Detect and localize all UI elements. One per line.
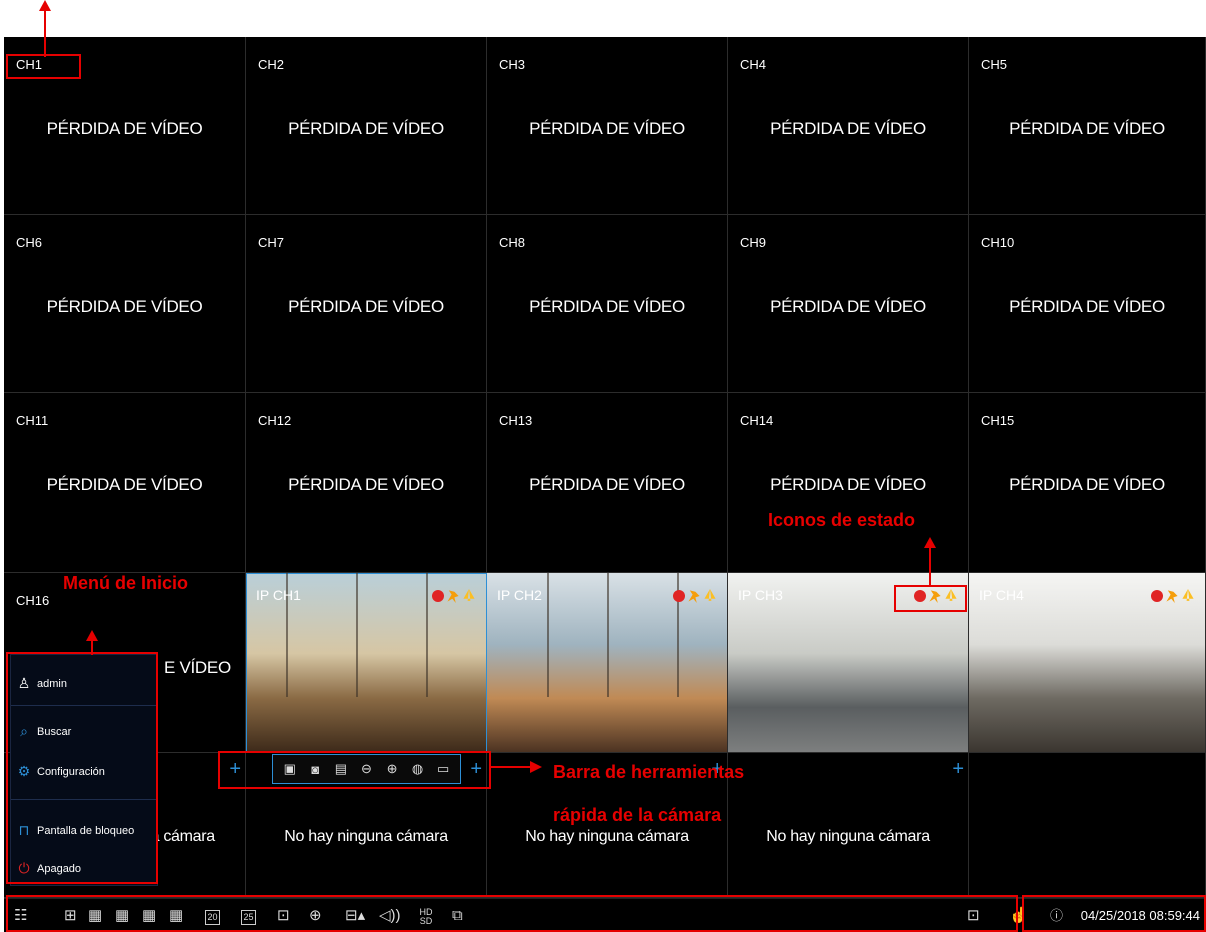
channel-label: CH7: [258, 235, 285, 250]
channel-label: CH2: [258, 57, 285, 72]
annotation-arrow: [491, 766, 531, 768]
channel-tile[interactable]: CH7 PÉRDIDA DE VÍDEO: [246, 215, 487, 393]
annotation-box-ch1: [6, 54, 81, 79]
empty-channel-tile[interactable]: + No hay ninguna cámara: [728, 753, 969, 898]
video-loss-text: PÉRDIDA DE VÍDEO: [1009, 119, 1165, 138]
window-frame: [426, 573, 428, 697]
channel-tile[interactable]: CH12 PÉRDIDA DE VÍDEO: [246, 393, 487, 573]
status-icons: [673, 589, 717, 603]
channel-label: CH5: [981, 57, 1008, 72]
channel-tile[interactable]: CH4 PÉRDIDA DE VÍDEO: [728, 37, 969, 215]
video-loss-text: PÉRDIDA DE VÍDEO: [46, 475, 203, 494]
motion-status-icon: [688, 590, 700, 603]
channel-label: CH16: [16, 593, 50, 608]
dvr-screen: CH1 PÉRDIDA DE VÍDEO CH2 PÉRDIDA DE VÍDE…: [4, 37, 1206, 932]
annotation-arrowhead: [530, 761, 542, 773]
channel-label: CH11: [16, 413, 49, 428]
video-loss-text: PÉRDIDA DE VÍDEO: [770, 297, 926, 316]
annotation-box-taskbar: [6, 895, 1018, 932]
channel-tile[interactable]: CH3 PÉRDIDA DE VÍDEO: [487, 37, 728, 215]
alarm-status-icon: [704, 589, 716, 601]
channel-label: CH10: [981, 235, 1015, 250]
annotation-box-status-icons: [894, 585, 967, 612]
video-loss-text: PÉRDIDA DE VÍDEO: [46, 119, 203, 138]
channel-label: CH6: [16, 235, 43, 250]
video-loss-text: PÉRDIDA DE VÍDEO: [288, 297, 444, 316]
video-loss-text: E VÍDEO: [164, 658, 231, 677]
window-frame: [547, 573, 549, 697]
channel-tile[interactable]: CH10 PÉRDIDA DE VÍDEO: [969, 215, 1206, 393]
channel-tile[interactable]: CH15 PÉRDIDA DE VÍDEO: [969, 393, 1206, 573]
annotation-arrow: [929, 547, 931, 585]
annotation-toolbar-line1: Barra de herramientas: [553, 762, 745, 782]
window-frame: [607, 573, 609, 697]
channel-label: IP CH4: [979, 587, 1024, 603]
no-camera-text: No hay ninguna cámara: [284, 828, 448, 845]
annotation-arrowhead: [39, 0, 51, 11]
channel-tile[interactable]: CH2 PÉRDIDA DE VÍDEO: [246, 37, 487, 215]
record-status-icon: [432, 590, 444, 602]
annotation-box-quick-toolbar: [218, 751, 491, 789]
video-loss-text: PÉRDIDA DE VÍDEO: [529, 297, 685, 316]
channel-label: CH3: [499, 57, 526, 72]
channel-tile[interactable]: CH11 PÉRDIDA DE VÍDEO: [4, 393, 246, 573]
video-loss-text: PÉRDIDA DE VÍDEO: [770, 119, 926, 138]
no-camera-text: No hay ninguna cámara: [525, 828, 689, 845]
window-frame: [356, 573, 358, 697]
video-loss-text: PÉRDIDA DE VÍDEO: [288, 475, 444, 494]
annotation-box-start-menu: [6, 652, 158, 884]
channel-tile[interactable]: CH13 PÉRDIDA DE VÍDEO: [487, 393, 728, 573]
record-status-icon: [1151, 590, 1163, 602]
channel-tile[interactable]: CH8 PÉRDIDA DE VÍDEO: [487, 215, 728, 393]
channel-label: CH13: [499, 413, 533, 428]
channel-label: CH9: [740, 235, 767, 250]
add-camera-icon[interactable]: +: [952, 759, 964, 779]
motion-status-icon: [1166, 590, 1178, 603]
channel-label: CH8: [499, 235, 526, 250]
channel-label: CH15: [981, 413, 1015, 428]
empty-channel-tile[interactable]: [969, 753, 1206, 898]
status-icons: [1151, 589, 1195, 603]
channel-label: CH12: [258, 413, 292, 428]
annotation-toolbar-line2: rápida de la cámara: [553, 805, 722, 825]
video-loss-text: PÉRDIDA DE VÍDEO: [1009, 297, 1165, 316]
channel-tile[interactable]: CH9 PÉRDIDA DE VÍDEO: [728, 215, 969, 393]
motion-status-icon: [447, 590, 459, 603]
annotation-start-menu: Menú de Inicio: [63, 573, 189, 593]
video-loss-text: PÉRDIDA DE VÍDEO: [770, 475, 926, 494]
ip-camera-tile[interactable]: IP CH2: [487, 573, 728, 753]
annotation-arrowhead: [86, 630, 98, 641]
alarm-status-icon: [1182, 589, 1194, 601]
channel-label: IP CH2: [497, 587, 542, 603]
annotation-arrow: [44, 10, 46, 57]
alarm-status-icon: [463, 589, 475, 601]
channel-label: CH14: [740, 413, 774, 428]
status-icons: [432, 589, 476, 603]
channel-tile[interactable]: CH5 PÉRDIDA DE VÍDEO: [969, 37, 1206, 215]
no-camera-text: No hay ninguna cámara: [766, 828, 930, 845]
channel-label: IP CH1: [256, 587, 301, 603]
video-loss-text: PÉRDIDA DE VÍDEO: [288, 119, 444, 138]
channel-label: IP CH3: [738, 587, 783, 603]
ip-camera-tile[interactable]: IP CH1: [246, 573, 487, 753]
annotation-status-icons: Iconos de estado: [768, 510, 916, 530]
channel-tile[interactable]: CH6 PÉRDIDA DE VÍDEO: [4, 215, 246, 393]
channel-label: CH4: [740, 57, 767, 72]
video-loss-text: PÉRDIDA DE VÍDEO: [46, 297, 203, 316]
record-status-icon: [673, 590, 685, 602]
video-loss-text: PÉRDIDA DE VÍDEO: [529, 475, 685, 494]
ip-camera-tile[interactable]: IP CH4: [969, 573, 1206, 753]
video-loss-text: PÉRDIDA DE VÍDEO: [1009, 475, 1165, 494]
annotation-box-datetime: [1022, 895, 1206, 932]
video-loss-text: PÉRDIDA DE VÍDEO: [529, 119, 685, 138]
